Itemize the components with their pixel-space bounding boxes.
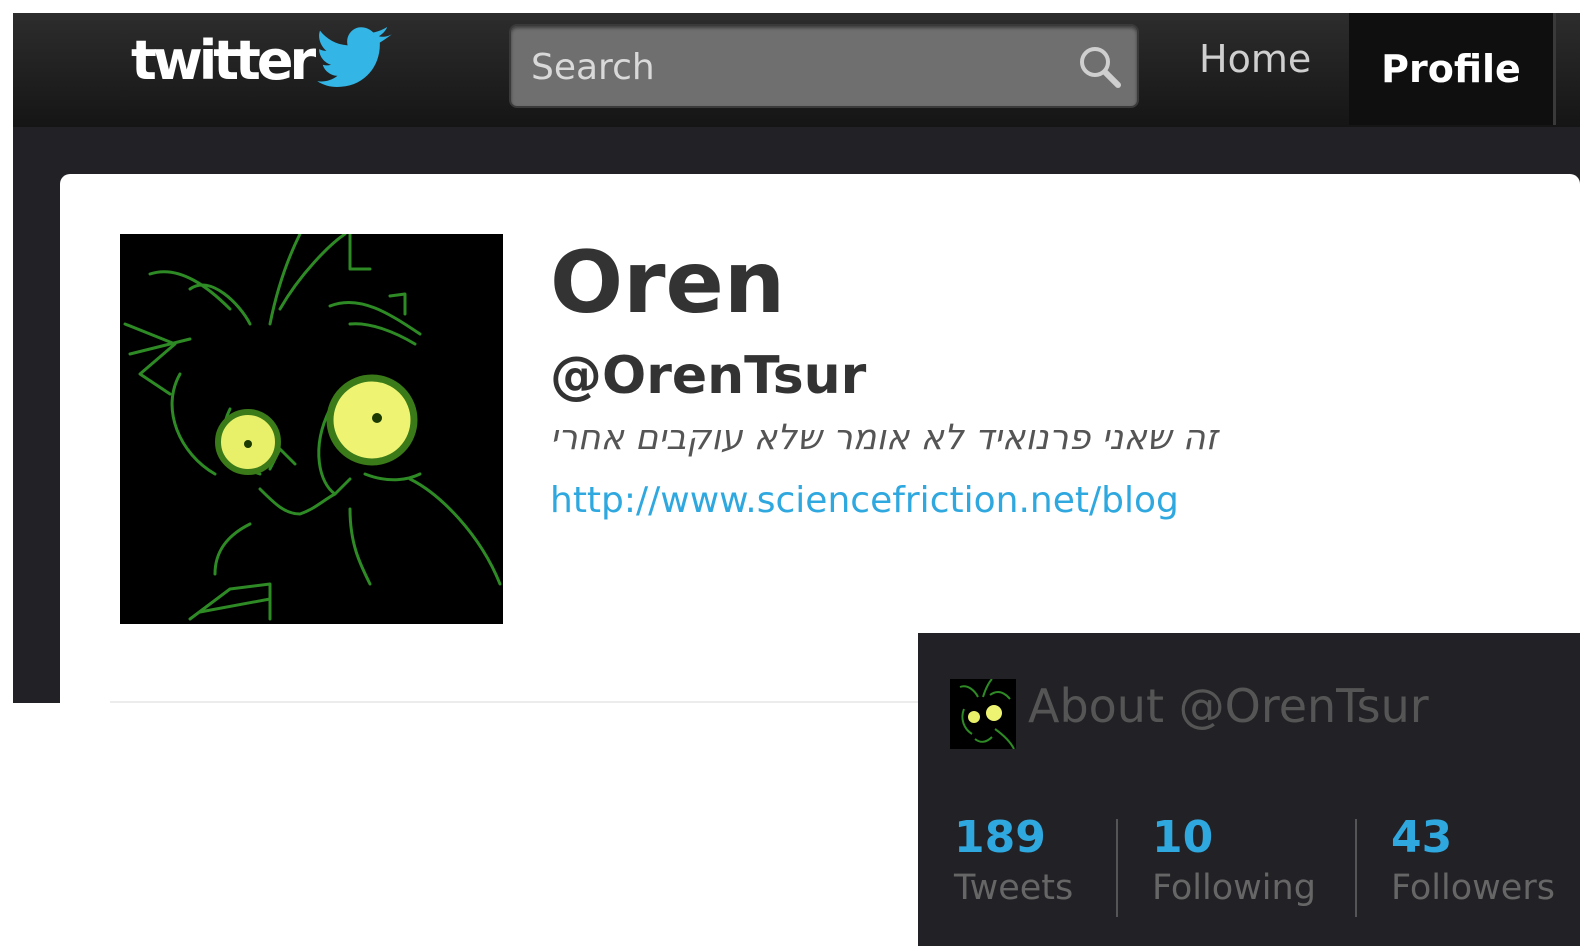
logo-wordmark: twitter — [131, 29, 316, 92]
top-bar: twitter Home Profile — [13, 13, 1580, 127]
avatar-drawing — [123, 232, 502, 621]
stat-tweets[interactable]: 189 Tweets — [954, 812, 1074, 908]
stat-tweets-count: 189 — [954, 812, 1046, 863]
twitter-bird-icon — [317, 27, 392, 88]
stat-followers-label: Followers — [1391, 867, 1555, 908]
search-box[interactable] — [509, 24, 1139, 108]
stat-followers-count: 43 — [1391, 812, 1453, 863]
stat-tweets-label: Tweets — [954, 867, 1074, 908]
mini-avatar-drawing — [959, 678, 1015, 750]
profile-handle: @OrenTsur — [550, 346, 867, 406]
nav-profile[interactable]: Profile — [1349, 13, 1553, 125]
about-panel: About @OrenTsur 189 Tweets 10 Following … — [918, 633, 1580, 946]
profile-name: Oren — [550, 233, 786, 333]
search-input[interactable] — [529, 26, 1053, 108]
nav-separator — [1553, 13, 1556, 125]
profile-avatar[interactable] — [120, 232, 503, 624]
nav-home[interactable]: Home — [1199, 37, 1311, 81]
stat-followers[interactable]: 43 Followers — [1391, 812, 1555, 908]
stat-separator — [1355, 819, 1357, 917]
mini-avatar[interactable] — [950, 678, 1016, 750]
stat-following[interactable]: 10 Following — [1152, 812, 1316, 908]
stat-following-label: Following — [1152, 867, 1316, 908]
card-divider — [110, 701, 930, 703]
stat-following-count: 10 — [1152, 812, 1214, 863]
twitter-logo[interactable]: twitter — [131, 25, 394, 97]
profile-url-link[interactable]: http://www.sciencefriction.net/blog — [550, 480, 1179, 521]
profile-bio: זה שאני פרנואיד לא אומר שלא עוקבים אחרי — [550, 418, 1218, 458]
about-title: About @OrenTsur — [1028, 679, 1429, 733]
stat-separator — [1116, 819, 1118, 917]
search-icon[interactable] — [1077, 44, 1123, 90]
